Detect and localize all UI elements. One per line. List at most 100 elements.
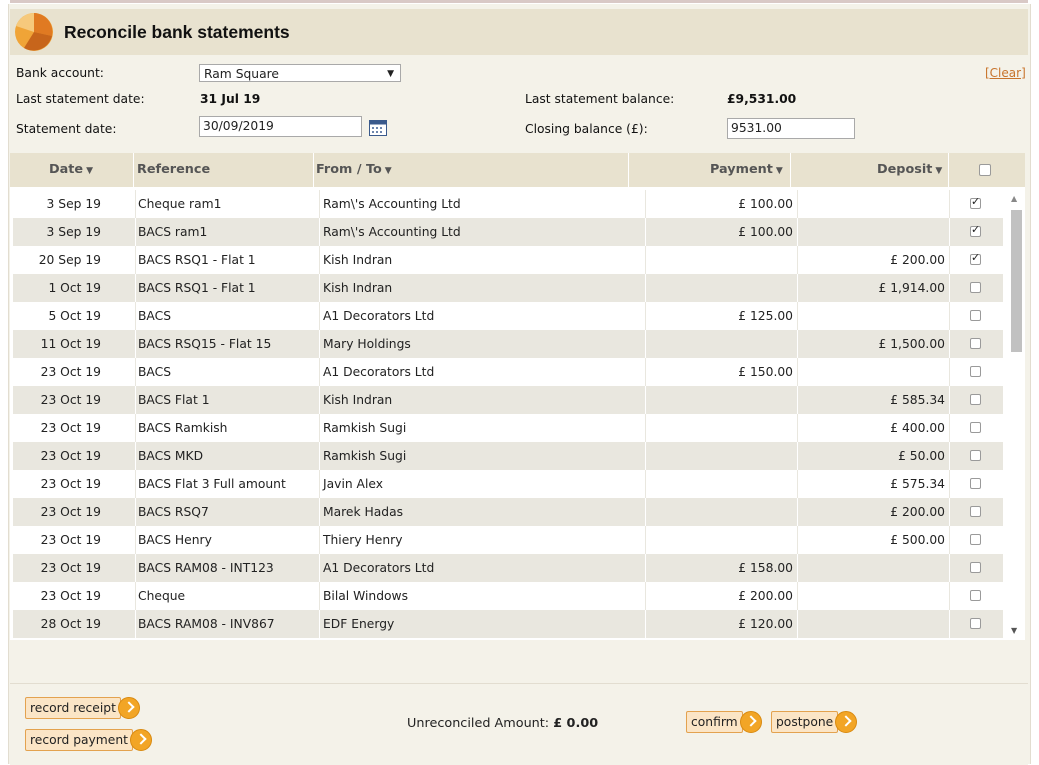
row-checkbox[interactable]: [970, 534, 981, 545]
table-scrollbar[interactable]: ▲ ▼: [1009, 190, 1025, 638]
row-checkbox[interactable]: [970, 590, 981, 601]
cell-reference: Cheque: [138, 589, 186, 603]
cell-payment: £ 125.00: [738, 309, 793, 323]
row-checkbox[interactable]: [970, 195, 981, 209]
cell-date: 23 Oct 19: [40, 533, 101, 547]
row-checkbox[interactable]: [970, 282, 981, 293]
clear-link[interactable]: [Clear]: [985, 66, 1026, 80]
table-row[interactable]: 23 Oct 19 BACS Henry Thiery Henry £ 500.00: [13, 526, 1003, 554]
closing-balance-input[interactable]: 9531.00: [727, 118, 855, 139]
chevron-right-icon: [835, 711, 858, 733]
table-row[interactable]: 23 Oct 19 BACS A1 Decorators Ltd £ 150.00: [13, 358, 1003, 386]
table-row[interactable]: 11 Oct 19 BACS RSQ15 - Flat 15 Mary Holdin…: [13, 330, 1003, 358]
table-row[interactable]: 23 Oct 19 BACS Flat 1 Kish Indran £ 585.34: [13, 386, 1003, 414]
row-checkbox[interactable]: [970, 251, 981, 265]
scroll-up-icon[interactable]: ▲: [1011, 194, 1017, 203]
cell-date: 23 Oct 19: [40, 505, 101, 519]
cell-reference: BACS MKD: [138, 449, 204, 463]
cell-deposit: £ 400.00: [890, 421, 945, 435]
cell-deposit: £ 585.34: [890, 393, 945, 407]
table-row[interactable]: 1 Oct 19 BACS RSQ1 - Flat 1 Kish Indran £ 1…: [13, 274, 1003, 302]
cell-payment: [643, 386, 793, 414]
cell-from-to: Kish Indran: [323, 281, 393, 295]
table-row[interactable]: 28 Oct 19 BACS RAM08 - INV867 EDF Energy £ …: [13, 610, 1003, 638]
select-all-checkbox[interactable]: [979, 164, 991, 176]
unreconciled-amount: Unreconciled Amount: £ 0.00: [407, 716, 598, 731]
row-checkbox[interactable]: [970, 618, 981, 629]
row-checkbox[interactable]: [970, 422, 981, 433]
column-header-deposit[interactable]: Deposit ▼: [877, 153, 942, 187]
row-checkbox[interactable]: [970, 450, 981, 461]
cell-reference: BACS Flat 3 Full amount: [138, 477, 286, 491]
calendar-icon[interactable]: [369, 120, 387, 136]
last-statement-balance-value: £9,531.00: [727, 92, 797, 106]
row-checkbox[interactable]: [970, 223, 981, 237]
table-row[interactable]: 23 Oct 19 BACS Ramkish Ramkish Sugi £ 400.0…: [13, 414, 1003, 442]
table-row[interactable]: 5 Oct 19 BACS A1 Decorators Ltd £ 125.00: [13, 302, 1003, 330]
scrollbar-thumb[interactable]: [1011, 210, 1022, 352]
table-row[interactable]: 23 Oct 19 BACS MKD Ramkish Sugi £ 50.00: [13, 442, 1003, 470]
cell-payment: £ 120.00: [738, 617, 793, 631]
page-title: Reconcile bank statements: [64, 22, 290, 42]
record-payment-label: record payment: [25, 729, 133, 751]
table-row[interactable]: 23 Oct 19 Cheque Bilal Windows £ 200.00: [13, 582, 1003, 610]
page-header: Reconcile bank statements: [10, 9, 1028, 55]
cell-from-to: Javin Alex: [323, 477, 384, 491]
record-payment-button[interactable]: record payment: [25, 729, 152, 751]
caret-down-icon: ▼: [775, 166, 783, 176]
cell-reference: BACS RAM08 - INV867: [138, 617, 275, 631]
column-header-from-to[interactable]: From / To ▼: [316, 153, 392, 187]
column-header-payment[interactable]: Payment ▼: [710, 153, 783, 187]
postpone-label: postpone: [771, 711, 839, 733]
bank-account-select[interactable]: Ram Square ▼: [199, 64, 401, 82]
cell-from-to: Ram\'s Accounting Ltd: [323, 197, 461, 211]
cell-reference: BACS RSQ7: [138, 505, 209, 519]
cell-reference: BACS: [138, 309, 172, 323]
cell-reference: BACS Flat 1: [138, 393, 210, 407]
table-row[interactable]: 23 Oct 19 BACS RAM08 - INT123 A1 Decorator…: [13, 554, 1003, 582]
cell-date: 23 Oct 19: [40, 393, 101, 407]
cell-deposit: £ 500.00: [890, 533, 945, 547]
row-checkbox[interactable]: [970, 506, 981, 517]
column-header-reference[interactable]: Reference: [137, 153, 210, 187]
cell-deposit: £ 200.00: [890, 253, 945, 267]
table-row[interactable]: 20 Sep 19 BACS RSQ1 - Flat 1 Kish Indran £ …: [13, 246, 1003, 274]
postpone-button[interactable]: postpone: [771, 711, 858, 733]
cell-from-to: Thiery Henry: [323, 533, 403, 547]
table-row[interactable]: 3 Sep 19 BACS ram1 Ram\'s Accounting Ltd £ …: [13, 218, 1003, 246]
cell-payment: [643, 470, 793, 498]
bank-account-value: Ram Square: [204, 67, 279, 81]
cell-from-to: Ram\'s Accounting Ltd: [323, 225, 461, 239]
confirm-button[interactable]: confirm: [686, 711, 762, 733]
cell-from-to: Marek Hadas: [323, 505, 404, 519]
column-header-date[interactable]: Date ▼: [49, 153, 93, 187]
row-checkbox[interactable]: [970, 310, 981, 321]
cell-payment: £ 200.00: [738, 589, 793, 603]
row-checkbox[interactable]: [970, 394, 981, 405]
confirm-label: confirm: [686, 711, 743, 733]
record-receipt-button[interactable]: record receipt: [25, 697, 140, 719]
statement-date-input[interactable]: 30/09/2019: [199, 116, 362, 137]
row-checkbox[interactable]: [970, 366, 981, 377]
cell-from-to: Kish Indran: [323, 253, 393, 267]
cell-date: 11 Oct 19: [40, 337, 101, 351]
last-statement-date-value: 31 Jul 19: [200, 92, 261, 106]
scroll-down-icon[interactable]: ▼: [1011, 626, 1017, 635]
top-border: [10, 0, 1028, 3]
cell-reference: BACS Henry: [138, 533, 212, 547]
cell-from-to: Ramkish Sugi: [323, 449, 407, 463]
cell-reference: BACS Ramkish: [138, 421, 228, 435]
cell-date: 3 Sep 19: [46, 197, 101, 211]
table-row[interactable]: 3 Sep 19 Cheque ram1 Ram\'s Accounting Ltd…: [13, 190, 1003, 218]
row-checkbox[interactable]: [970, 562, 981, 573]
cell-payment: £ 158.00: [738, 561, 793, 575]
cell-deposit: [795, 610, 945, 638]
cell-date: 23 Oct 19: [40, 589, 101, 603]
table-row[interactable]: 23 Oct 19 BACS RSQ7 Marek Hadas £ 200.00: [13, 498, 1003, 526]
cell-reference: BACS RSQ1 - Flat 1: [138, 281, 256, 295]
cell-payment: [643, 274, 793, 302]
row-checkbox[interactable]: [970, 478, 981, 489]
table-row[interactable]: 23 Oct 19 BACS Flat 3 Full amount Javin Al…: [13, 470, 1003, 498]
row-checkbox[interactable]: [970, 338, 981, 349]
cell-deposit: £ 575.34: [890, 477, 945, 491]
